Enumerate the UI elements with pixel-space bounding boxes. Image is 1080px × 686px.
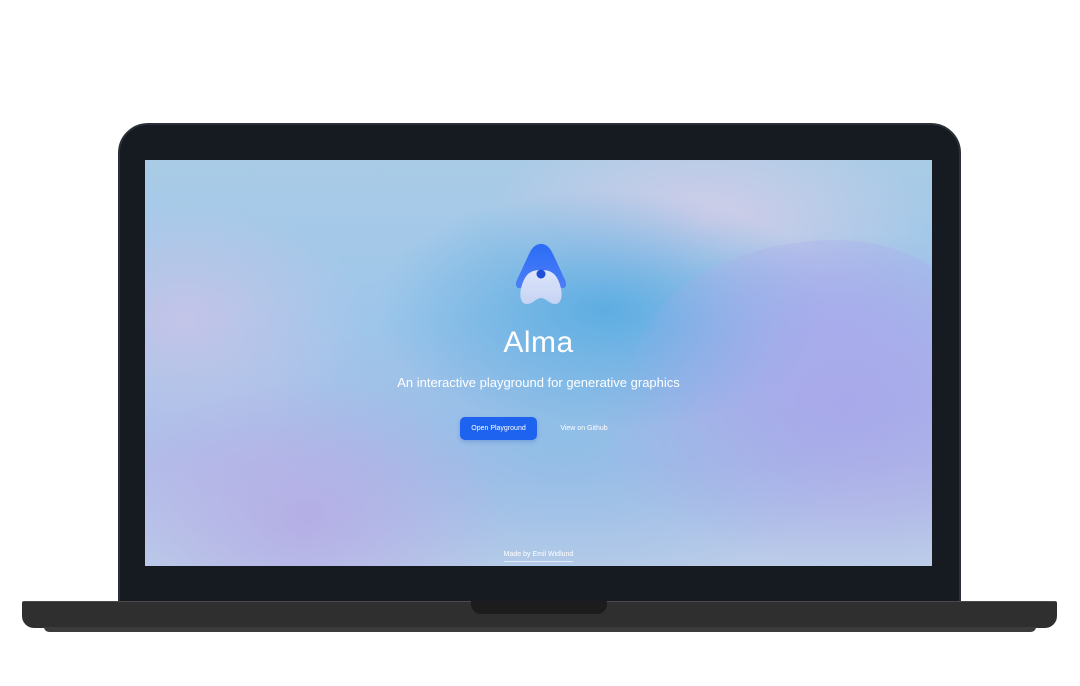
footer: Made by Emil Widlund	[145, 543, 932, 562]
laptop-base-bottom	[44, 627, 1036, 632]
laptop-notch	[471, 601, 607, 614]
app-title: Alma	[503, 326, 574, 359]
laptop-mockup: Alma An interactive playground for gener…	[0, 0, 1080, 686]
author-credit-link[interactable]: Made by Emil Widlund	[503, 551, 574, 562]
view-on-github-link[interactable]: View on Github	[553, 417, 615, 440]
app-tagline: An interactive playground for generative…	[397, 375, 680, 390]
alma-logo-icon	[515, 244, 567, 304]
laptop-screen: Alma An interactive playground for gener…	[145, 160, 932, 566]
open-playground-button[interactable]: Open Playground	[460, 417, 537, 440]
